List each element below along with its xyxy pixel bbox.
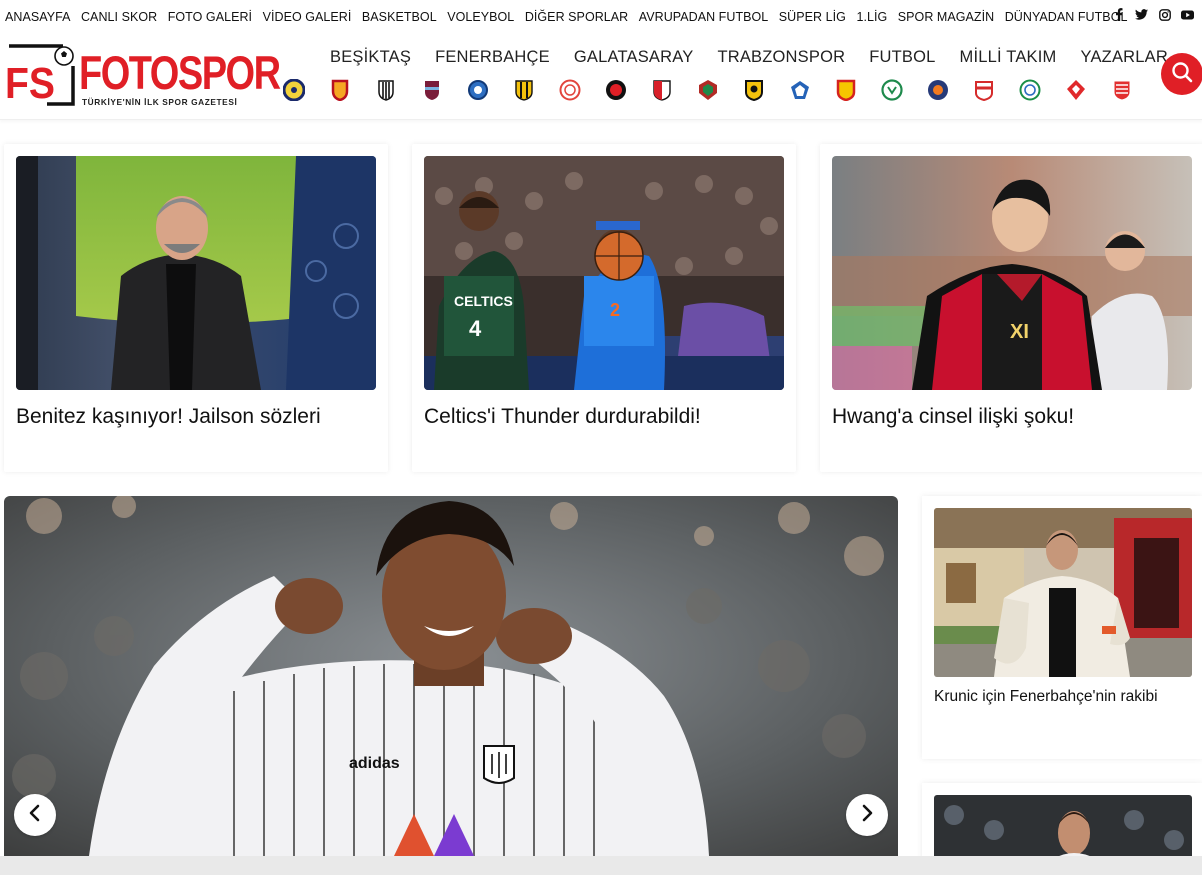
nav-futbol[interactable]: FUTBOL [869,48,935,67]
topnav-basketbol[interactable]: BASKETBOL [362,10,437,24]
nav-yazarlar[interactable]: YAZARLAR [1080,48,1167,67]
main-navigation: BEŞİKTAŞ FENERBAHÇE GALATASARAY TRABZONS… [318,48,1180,67]
svg-text:FS: FS [5,59,55,106]
news-card[interactable]: XI Hwang'a cinsel ilişki şoku! [820,144,1202,472]
news-card-image [16,156,376,390]
slider-image: adidas [4,496,898,856]
topnav-video-galeri[interactable]: VİDEO GALERİ [263,10,352,24]
topnav-anasayfa[interactable]: ANASAYFA [5,10,70,24]
logo-wordmark: FOTOSPOR [79,47,281,100]
adana-demirspor-crest[interactable] [466,78,490,102]
svg-text:4: 4 [469,316,482,341]
trabzonspor-crest[interactable] [420,78,444,102]
topnav-1-lig[interactable]: 1.LİG [856,10,887,24]
site-logo[interactable]: FS FOTOSPOR TÜRKİYE'NİN İLK SPOR GAZETES… [3,40,281,110]
sivasspor-crest[interactable] [1110,78,1134,102]
slider-next-button[interactable] [846,794,888,836]
kayserispor-crest[interactable] [834,78,858,102]
nav-milli-takim[interactable]: MİLLİ TAKIM [960,48,1057,67]
logo-tagline: TÜRKİYE'NİN İLK SPOR GAZETESİ [82,97,238,107]
headline-slider[interactable]: adidas [4,496,898,856]
besiktas-crest[interactable] [374,78,398,102]
nav-galatasaray[interactable]: GALATASARAY [574,48,694,67]
nav-trabzonspor[interactable]: TRABZONSPOR [717,48,845,67]
hatayspor-crest[interactable] [696,78,720,102]
fs-logo-mark: FS [5,44,75,106]
topnav-spor-magazin[interactable]: SPOR MAGAZİN [898,10,994,24]
ankaragucu-crest[interactable] [512,78,536,102]
team-crests [282,78,1156,102]
youtube-icon[interactable] [1181,8,1194,21]
topnav-diger-sporlar[interactable]: DİĞER SPORLAR [525,10,628,24]
istanbulspor-crest[interactable] [742,78,766,102]
slider-prev-button[interactable] [14,794,56,836]
search-icon [1171,61,1193,88]
nav-besiktas[interactable]: BEŞİKTAŞ [330,48,411,67]
news-card-image: CELTICS 4 2 [424,156,784,390]
news-card-title[interactable]: Hwang'a cinsel ilişki şoku! [832,402,1192,432]
side-news-card-title[interactable]: Krunic için Fenerbahçe'nin rakibi [934,688,1158,706]
rizespor-crest[interactable] [1018,78,1042,102]
top-navigation: ANASAYFA CANLI SKOR FOTO GALERİ VİDEO GA… [0,0,1202,34]
topnav-avrupadan-futbol[interactable]: AVRUPADAN FUTBOL [639,10,769,24]
svg-text:2: 2 [610,300,620,320]
news-card-image: XI [832,156,1192,390]
topnav-voleybol[interactable]: VOLEYBOL [447,10,514,24]
nav-fenerbahce[interactable]: FENERBAHÇE [435,48,550,67]
news-card[interactable]: Benitez kaşınıyor! Jailson sözleri [4,144,388,472]
topnav-dunyadan-futbol[interactable]: DÜNYADAN FUTBOL [1005,10,1128,24]
topnav-foto-galeri[interactable]: FOTO GALERİ [168,10,252,24]
kasimpasa-crest[interactable] [788,78,812,102]
fatih-karagumruk-crest[interactable] [604,78,628,102]
bottom-scroll-area [0,856,1202,875]
chevron-left-icon [28,804,42,827]
pendikspor-crest[interactable] [972,78,996,102]
galatasaray-crest[interactable] [328,78,352,102]
antalyaspor-crest[interactable] [558,78,582,102]
news-card-title[interactable]: Benitez kaşınıyor! Jailson sözleri [16,402,376,432]
svg-text:XI: XI [1010,321,1029,343]
news-card-title[interactable]: Celtics'i Thunder durdurabildi! [424,402,784,432]
side-news-card[interactable]: Krunic için Fenerbahçe'nin rakibi [922,496,1202,759]
samsunspor-crest[interactable] [1064,78,1088,102]
konyaspor-crest[interactable] [880,78,904,102]
news-card[interactable]: CELTICS 4 2 Celtics'i Thunder durdurabil… [412,144,796,472]
basaksehir-crest[interactable] [926,78,950,102]
topnav-canli-skor[interactable]: CANLI SKOR [81,10,157,24]
social-links [1112,8,1194,21]
side-news-card-image [934,508,1192,677]
topnav-super-lig[interactable]: SÜPER LİG [779,10,846,24]
svg-text:adidas: adidas [349,755,400,772]
search-button[interactable] [1161,53,1202,95]
instagram-icon[interactable] [1158,8,1171,21]
top-menu: ANASAYFA CANLI SKOR FOTO GALERİ VİDEO GA… [0,10,1138,24]
twitter-icon[interactable] [1135,8,1148,21]
fenerbahce-crest[interactable] [282,78,306,102]
site-header: FS FOTOSPOR TÜRKİYE'NİN İLK SPOR GAZETES… [0,34,1202,120]
chevron-right-icon [860,804,874,827]
gaziantep-crest[interactable] [650,78,674,102]
svg-text:CELTICS: CELTICS [454,293,513,309]
facebook-icon[interactable] [1112,8,1125,21]
